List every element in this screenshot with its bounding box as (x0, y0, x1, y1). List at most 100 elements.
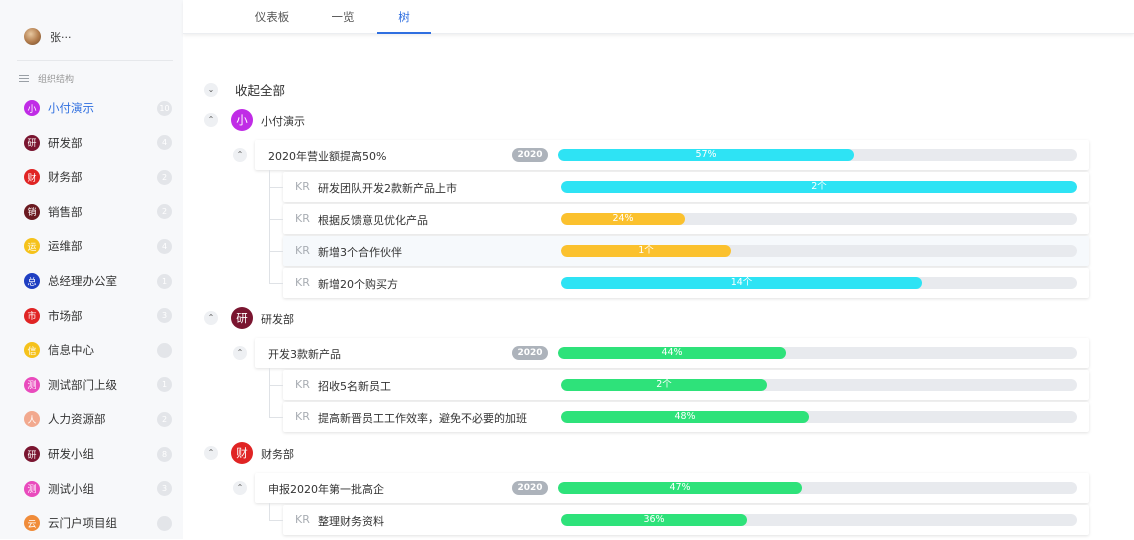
org-avatar: 研 (24, 446, 40, 462)
chevron-up-icon[interactable]: ⌃ (233, 346, 247, 360)
kr-tag: KR (295, 378, 310, 391)
key-result-title: 招收5名新员工 (318, 380, 391, 393)
org-structure-title: 组织结构 (38, 75, 75, 85)
chevron-up-icon[interactable]: ⌃ (233, 148, 247, 162)
sidebar-item-label: 研发部 (48, 135, 83, 150)
sidebar-item[interactable]: 销销售部 2 (0, 195, 183, 229)
sidebar-item-label: 信息中心 (48, 343, 94, 358)
objective-progress-track: 44% (558, 347, 1077, 359)
key-result-progress-text: 48% (674, 411, 696, 422)
tree-branch-line (269, 417, 283, 418)
department-avatar: 小 (231, 109, 253, 131)
key-result-progress-track: 24% (561, 213, 1077, 225)
sidebar-divider (17, 60, 173, 61)
org-avatar: 人 (24, 411, 40, 428)
org-avatar: 小 (24, 100, 40, 116)
year-badge: 2020 (512, 148, 548, 162)
member-count-badge (157, 342, 172, 358)
key-result-title: 新增20个购买方 (318, 278, 398, 291)
sidebar-item-label: 市场部 (48, 308, 83, 323)
chevron-up-icon[interactable]: ⌃ (204, 113, 218, 127)
sidebar-item[interactable]: 总总经理办公室 1 (0, 264, 183, 298)
sidebar-item[interactable]: 研研发小组 8 (0, 437, 183, 471)
key-result-progress-track: 1个 (561, 245, 1077, 257)
sidebar-item-label: 云门户项目组 (48, 516, 117, 531)
sidebar: 张··· 组织结构 小小付演示 10 研研发部 4 财财务部 2 销销售部 2 运运维部 4 总总经… (0, 0, 183, 539)
tab-tree-label: 树 (398, 9, 410, 24)
tab-tree[interactable]: 树 (377, 0, 431, 34)
collapse-all-button[interactable]: ⌄ 收起全部 (204, 80, 285, 99)
objective-title: 开发3款新产品 (268, 348, 341, 361)
key-result-title: 研发团队开发2款新产品上市 (318, 182, 457, 195)
tree-connector-line (269, 368, 270, 417)
tree-branch-line (269, 219, 283, 220)
member-count-badge: 3 (157, 481, 172, 497)
chevron-up-icon[interactable]: ⌃ (204, 311, 218, 325)
tab-overview[interactable]: 一览 (313, 0, 373, 33)
member-count-badge (157, 515, 172, 531)
kr-tag: KR (295, 513, 310, 526)
tab-dashboard-label: 仪表板 (254, 9, 290, 24)
objective-progress-track: 57% (558, 149, 1077, 161)
chevron-up-icon[interactable]: ⌃ (233, 481, 247, 495)
sidebar-item[interactable]: 人人力资源部 2 (0, 402, 183, 436)
org-avatar: 市 (24, 307, 40, 324)
sidebar-item-label: 小付演示 (48, 101, 94, 115)
sidebar-item-label: 测试部门上级 (48, 377, 117, 392)
org-avatar: 测 (24, 480, 40, 497)
key-result-progress-text: 1个 (638, 245, 654, 256)
tab-dashboard[interactable]: 仪表板 (240, 0, 304, 33)
key-result-progress-track: 48% (561, 411, 1077, 423)
collapse-all-label: 收起全部 (235, 83, 286, 98)
chevron-up-icon[interactable]: ⌃ (204, 446, 218, 460)
sidebar-item[interactable]: 云云门户项目组 (0, 506, 183, 540)
key-result-progress-track: 14个 (561, 277, 1077, 289)
org-avatar: 总 (24, 273, 40, 289)
org-avatar: 销 (24, 203, 40, 220)
key-result-progress-text: 36% (643, 514, 665, 525)
org-avatar: 云 (24, 515, 40, 532)
sidebar-item-label: 销售部 (48, 204, 83, 219)
member-count-badge: 2 (157, 169, 172, 185)
sidebar-item[interactable]: 运运维部 4 (0, 229, 183, 263)
objective-progress-text: 44% (661, 347, 683, 358)
key-result-progress-text: 24% (612, 213, 634, 224)
sidebar-item[interactable]: 小小付演示 10 (0, 91, 183, 125)
user-profile[interactable]: 张··· (24, 28, 72, 45)
key-result-title: 新增3个合作伙伴 (318, 246, 402, 259)
key-result-title: 根据反馈意见优化产品 (318, 214, 428, 227)
top-tab-bar: 仪表板 一览 树 (183, 0, 1134, 34)
sidebar-item[interactable]: 财财务部 2 (0, 160, 183, 194)
kr-tag: KR (295, 180, 310, 193)
avatar[interactable] (24, 28, 41, 45)
sidebar-item[interactable]: 测测试部门上级 1 (0, 368, 183, 402)
department-name: 财务部 (261, 448, 294, 461)
objective-title: 2020年营业额提高50% (268, 150, 387, 163)
org-avatar: 财 (24, 169, 40, 186)
sidebar-item[interactable]: 信信息中心 (0, 333, 183, 367)
year-badge: 2020 (512, 481, 548, 495)
key-result-progress-track: 36% (561, 514, 1077, 526)
sidebar-item-label: 测试小组 (48, 481, 94, 496)
key-result-title: 整理财务资料 (318, 515, 384, 528)
tree-branch-line (269, 251, 283, 252)
sidebar-item[interactable]: 测测试小组 3 (0, 472, 183, 506)
active-tab-indicator (377, 32, 431, 34)
sidebar-item-label: 人力资源部 (48, 412, 106, 427)
year-badge: 2020 (512, 346, 548, 360)
chevron-down-icon: ⌄ (204, 82, 218, 97)
objective-progress-text: 47% (669, 482, 691, 493)
sidebar-item-label: 运维部 (48, 239, 83, 254)
tree-branch-line (269, 520, 283, 521)
org-avatar: 测 (24, 376, 40, 393)
member-count-badge: 4 (157, 135, 172, 151)
sidebar-item[interactable]: 研研发部 4 (0, 126, 183, 160)
sidebar-item[interactable]: 市市场部 3 (0, 299, 183, 333)
member-count-badge: 10 (157, 100, 172, 116)
tree-branch-line (269, 187, 283, 188)
sidebar-item-label: 研发小组 (48, 447, 94, 461)
list-icon (19, 74, 29, 83)
department-avatar: 财 (231, 442, 253, 464)
tree-branch-line (269, 385, 283, 386)
org-structure-header: 组织结构 (19, 72, 74, 85)
